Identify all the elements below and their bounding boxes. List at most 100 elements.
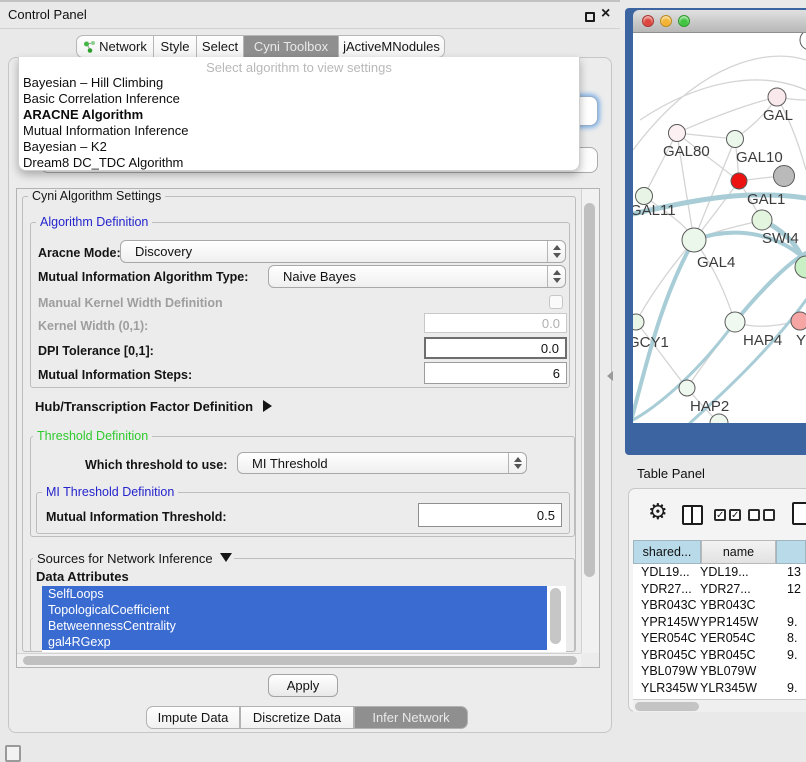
data-attribute-item[interactable]: gal4RGexp (42, 634, 547, 650)
algorithm-dropdown-placeholder: Select algorithm to view settings (19, 60, 579, 75)
document-icon[interactable] (792, 502, 806, 525)
table-cell: YBR043C (641, 597, 697, 614)
tab-infer-network[interactable]: Infer Network (354, 706, 468, 729)
aracne-mode-combobox[interactable]: Discovery (120, 240, 566, 263)
network-node[interactable] (710, 414, 728, 423)
data-attributes-label: Data Attributes (36, 569, 129, 584)
network-node[interactable] (731, 173, 747, 189)
aracne-mode-label: Aracne Mode: (38, 246, 121, 260)
network-node[interactable] (752, 210, 772, 230)
checked-checkbox-icon[interactable]: ✓ (714, 509, 726, 521)
mi-algorithm-type-combobox[interactable]: Naive Bayes (268, 265, 566, 288)
table-cell: YDL19... (641, 564, 690, 581)
expanded-arrow-icon (220, 553, 232, 562)
kernel-width-input[interactable] (424, 313, 567, 333)
data-attributes-list[interactable]: SelfLoopsTopologicalCoefficientBetweenne… (42, 586, 566, 652)
maximize-window-icon[interactable] (678, 15, 690, 27)
node-label: GAL10 (736, 149, 783, 166)
table-row[interactable]: YBR043CYBR043C (633, 597, 806, 614)
splitter-collapse-icon[interactable] (607, 371, 613, 381)
table-row[interactable]: YBR045CYBR045C9. (633, 647, 806, 664)
float-panel-icon[interactable] (585, 12, 595, 22)
unchecked-checkbox-icon[interactable] (763, 509, 775, 521)
network-node[interactable] (727, 131, 744, 148)
gear-icon[interactable]: ⚙ (648, 500, 668, 525)
horizontal-scrollbar-thumb[interactable] (23, 656, 577, 665)
column-header-shared-name[interactable]: shared... (633, 540, 701, 564)
table-row[interactable]: YER054CYER054C8. (633, 630, 806, 647)
data-attribute-item[interactable]: TopologicalCoefficient (42, 602, 547, 618)
which-threshold-combobox[interactable]: MI Threshold (237, 452, 527, 474)
network-node[interactable] (669, 125, 686, 142)
hub-definition-toggle[interactable]: Hub/Transcription Factor Definition (35, 399, 272, 414)
tab-jactivemnodules[interactable]: jActiveMNodules (338, 35, 445, 58)
minimize-window-icon[interactable] (660, 15, 672, 27)
tab-style[interactable]: Style (153, 35, 197, 58)
algorithm-option[interactable]: Dream8 DC_TDC Algorithm (19, 155, 579, 171)
collapsed-arrow-icon (263, 400, 272, 412)
apply-button[interactable]: Apply (268, 674, 338, 697)
network-node[interactable] (774, 166, 795, 187)
close-icon[interactable]: × (601, 5, 610, 23)
algorithm-option[interactable]: Mutual Information Inference (19, 123, 579, 139)
tab-cyni-toolbox[interactable]: Cyni Toolbox (243, 35, 339, 58)
mi-threshold-definition-label: MI Threshold Definition (42, 485, 178, 499)
mi-steps-input[interactable] (424, 362, 567, 384)
data-attribute-item[interactable]: BetweennessCentrality (42, 618, 547, 634)
column-header-name[interactable]: name (701, 540, 776, 564)
unchecked-checkbox-icon[interactable] (748, 509, 760, 521)
table-row[interactable]: YPR145WYPR145W9. (633, 614, 806, 631)
table-row[interactable]: YLR345WYLR345W9. (633, 680, 806, 697)
table-scrollbar-thumb[interactable] (635, 702, 699, 711)
column-layout-icon[interactable] (682, 505, 703, 525)
cyni-algorithm-settings-label: Cyni Algorithm Settings (28, 189, 165, 203)
node-table[interactable]: YDL19...YDL19...13YDR27...YDR27...12YBR0… (633, 564, 806, 699)
mi-steps-label: Mutual Information Steps: (38, 368, 192, 382)
network-node[interactable] (679, 380, 695, 396)
table-cell: YDR27... (641, 581, 692, 598)
checked-checkbox-icon[interactable]: ✓ (729, 509, 741, 521)
tab-discretize-data[interactable]: Discretize Data (240, 706, 354, 729)
close-window-icon[interactable] (642, 15, 654, 27)
network-window-titlebar[interactable] (633, 10, 806, 33)
algorithm-option[interactable]: Basic Correlation Inference (19, 91, 579, 107)
table-cell: YLR345W (641, 680, 698, 697)
list-scrollbar-thumb[interactable] (550, 588, 561, 644)
table-cell: YPR145W (641, 614, 699, 631)
network-node[interactable] (800, 33, 806, 50)
combo-spinner-icon (508, 453, 526, 473)
network-node[interactable] (725, 312, 745, 332)
table-cell: YBL079W (641, 663, 697, 680)
vertical-scrollbar-thumb[interactable] (584, 203, 595, 577)
threshold-definition-label: Threshold Definition (33, 429, 152, 443)
tab-impute-data[interactable]: Impute Data (146, 706, 240, 729)
algorithm-option[interactable]: ARACNE Algorithm (19, 107, 579, 123)
table-horizontal-scrollbar[interactable] (633, 699, 806, 712)
node-label: GAL4 (697, 254, 735, 271)
dpi-tolerance-input[interactable] (424, 337, 567, 359)
table-row[interactable]: YBL079WYBL079W (633, 663, 806, 680)
mi-threshold-input[interactable] (418, 503, 562, 527)
control-panel-title: Control Panel (8, 7, 87, 22)
network-node[interactable] (768, 88, 786, 106)
table-cell: 12 (787, 581, 801, 598)
data-attribute-item[interactable]: SelfLoops (42, 586, 547, 602)
table-row[interactable]: YDR27...YDR27...12 (633, 581, 806, 598)
manual-kernel-width-checkbox[interactable] (549, 295, 563, 309)
algorithm-option[interactable]: Bayesian – Hill Climbing (19, 75, 579, 91)
tab-network[interactable]: Network (76, 35, 154, 58)
table-row[interactable]: YDL19...YDL19...13 (633, 564, 806, 581)
node-label: SWI4 (762, 230, 799, 247)
sources-toggle[interactable]: Sources for Network Inference (33, 551, 234, 566)
network-icon (83, 40, 96, 53)
minimized-panel-icon[interactable] (5, 745, 21, 762)
network-canvas[interactable]: GALGAL80GAL10GAL1GAL11SWI4GAL4GCY1HAP4YH… (633, 33, 806, 423)
network-node[interactable] (791, 312, 806, 330)
network-node[interactable] (682, 228, 706, 252)
tab-select[interactable]: Select (196, 35, 244, 58)
table-cell: 13 (787, 564, 801, 581)
algorithm-option[interactable]: Bayesian – K2 (19, 139, 579, 155)
column-header-partial[interactable] (776, 540, 806, 564)
network-node[interactable] (633, 314, 644, 330)
table-cell: 8. (787, 630, 797, 647)
